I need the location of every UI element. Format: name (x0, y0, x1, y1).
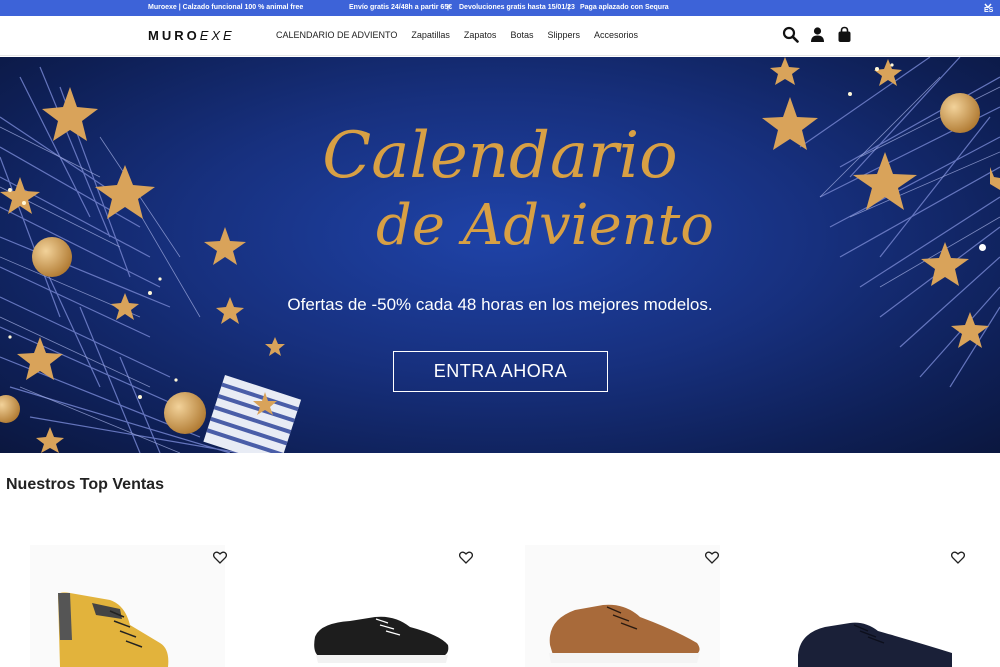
product-card[interactable] (30, 545, 225, 667)
black-sneaker-image (314, 616, 449, 663)
promo-bar: Muroexe | Calzado funcional 100 % animal… (0, 0, 1000, 16)
heart-icon[interactable] (705, 551, 719, 564)
nav-botas[interactable]: Botas (510, 30, 533, 40)
heart-icon[interactable] (459, 551, 473, 564)
logo-accent-text: EXE (199, 28, 235, 43)
product-card[interactable] (770, 545, 965, 667)
promo-payment-text: Paga aplazado con Sequra (580, 4, 669, 11)
logo-main-text: MURO (148, 28, 200, 43)
advent-hero-banner[interactable]: Calendario de Adviento Ofertas de -50% c… (0, 57, 1000, 453)
promo-brand-text: Muroexe | Calzado funcional 100 % animal… (148, 4, 304, 11)
product-card[interactable] (280, 545, 475, 667)
nav-calendario[interactable]: CALENDARIO DE ADVIENTO (276, 30, 397, 40)
search-icon[interactable] (782, 26, 799, 43)
promo-shipping-text: Envío gratis 24/48h a partir 65€ (349, 4, 453, 11)
nav-zapatillas[interactable]: Zapatillas (411, 30, 450, 40)
heart-icon[interactable] (213, 551, 227, 564)
brown-sneaker-image (549, 604, 700, 663)
header-icons (782, 26, 853, 43)
hero-subtitle: Ofertas de -50% cada 48 horas en los mej… (287, 295, 713, 314)
nav-zapatos[interactable]: Zapatos (464, 30, 497, 40)
nav-slippers[interactable]: Slippers (547, 30, 580, 40)
promo-returns-text: Devoluciones gratis hasta 15/01/23 (459, 4, 575, 11)
product-card[interactable] (525, 545, 720, 667)
promo-separator: | (447, 4, 449, 11)
enter-now-button[interactable]: ENTRA AHORA (393, 351, 608, 392)
muroexe-logo[interactable]: MUROEXE (148, 28, 235, 43)
yellow-boot-image (58, 592, 169, 667)
hero-title-line2: de Adviento (375, 193, 715, 258)
language-label: ES (984, 7, 994, 14)
hero-title-line1: Calendario (322, 119, 678, 193)
heart-icon[interactable] (951, 551, 965, 564)
language-selector[interactable]: ES (984, 3, 993, 14)
promo-separator: | (568, 4, 570, 11)
account-icon[interactable] (809, 26, 826, 43)
carousel-dot[interactable] (979, 244, 986, 251)
site-header: MUROEXE CALENDARIO DE ADVIENTO Zapatilla… (0, 16, 1000, 56)
top-sales-heading: Nuestros Top Ventas (6, 476, 164, 493)
bag-icon[interactable] (836, 26, 853, 43)
nav-accesorios[interactable]: Accesorios (594, 30, 638, 40)
main-nav: CALENDARIO DE ADVIENTO Zapatillas Zapato… (276, 30, 652, 40)
navy-sneaker-image (798, 622, 952, 667)
